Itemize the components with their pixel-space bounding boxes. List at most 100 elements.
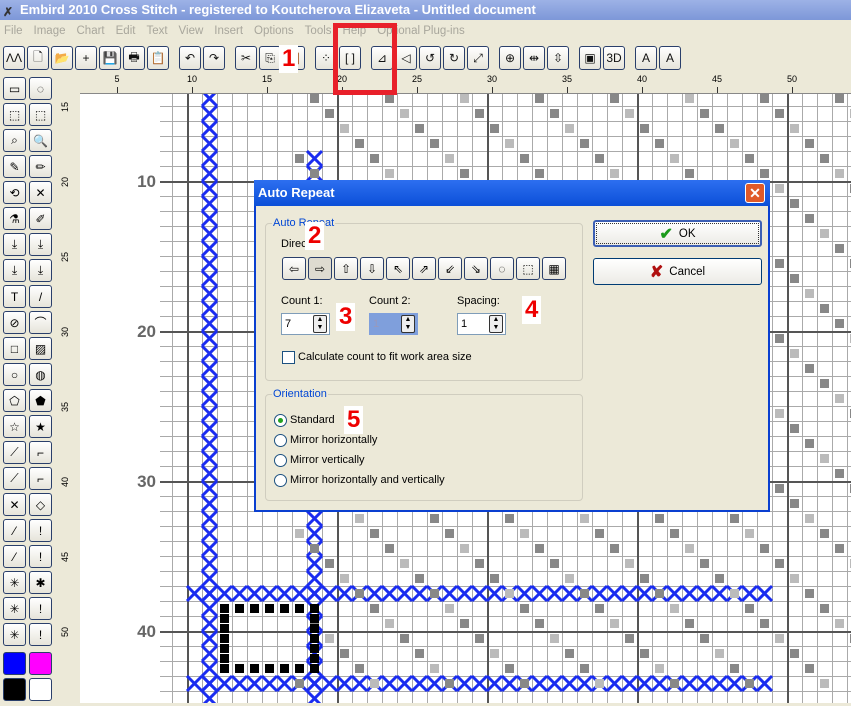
tool-button[interactable]: ⤓ <box>3 259 26 282</box>
tool-button[interactable]: ✳ <box>3 597 26 620</box>
tool-button[interactable]: ⌐ <box>29 441 52 464</box>
ok-button[interactable]: ✔ OK <box>593 220 762 247</box>
spin-arrows-icon[interactable]: ▲ ▼ <box>313 315 327 333</box>
tool-button[interactable]: ⬠ <box>3 389 26 412</box>
tool-button[interactable]: ⌕ <box>3 129 26 152</box>
tool-button[interactable]: ⤓ <box>3 233 26 256</box>
tool-button[interactable]: ⟋ <box>3 441 26 464</box>
save-button[interactable]: 💾 <box>99 46 121 70</box>
fit-area-checkbox[interactable] <box>282 351 295 364</box>
tool-button[interactable]: ✳ <box>3 623 26 646</box>
cut-button[interactable]: ✂ <box>235 46 257 70</box>
direction-button[interactable]: ⇗ <box>412 257 436 280</box>
tool-button[interactable]: ⊘ <box>3 311 26 334</box>
tool-button[interactable]: ◍ <box>29 363 52 386</box>
menu-options[interactable]: Options <box>254 20 294 42</box>
mirror-v-button[interactable]: ◁ <box>395 46 417 70</box>
open-button[interactable]: 📂 <box>51 46 73 70</box>
tool-button[interactable]: □ <box>3 337 26 360</box>
direction-button[interactable]: ⇧ <box>334 257 358 280</box>
center-v-button[interactable]: ⇳ <box>547 46 569 70</box>
spin-arrows-icon[interactable]: ▲ ▼ <box>489 315 503 333</box>
orientation-radio[interactable] <box>274 454 287 467</box>
direction-button[interactable]: ⇖ <box>386 257 410 280</box>
tool-button[interactable]: / <box>29 285 52 308</box>
tool-button[interactable]: ✏ <box>29 155 52 178</box>
menu-image[interactable]: Image <box>34 20 66 42</box>
menu-file[interactable]: File <box>4 20 23 42</box>
tool-button[interactable]: ⤓ <box>29 259 52 282</box>
menu-chart[interactable]: Chart <box>77 20 105 42</box>
menu-tools[interactable]: Tools <box>305 20 332 42</box>
direction-button[interactable]: ◌ <box>490 257 514 280</box>
tool-button[interactable]: ◇ <box>29 493 52 516</box>
tool-button[interactable]: ⁄ <box>3 545 26 568</box>
direction-button[interactable]: ⇨ <box>308 257 332 280</box>
center-button[interactable]: ⊕ <box>499 46 521 70</box>
new-button[interactable]: 🗋 <box>27 46 49 70</box>
color-swatch-fg2[interactable] <box>29 652 52 675</box>
orientation-radio[interactable] <box>274 434 287 447</box>
tool-button[interactable]: ! <box>29 545 52 568</box>
menu-view[interactable]: View <box>179 20 204 42</box>
add-button[interactable]: + <box>75 46 97 70</box>
tool-button[interactable]: ⬚ <box>3 103 26 126</box>
paste-special-button[interactable]: 📋 <box>147 46 169 70</box>
color-swatch-bg[interactable] <box>3 678 26 701</box>
tool-button[interactable]: ✎ <box>3 155 26 178</box>
cancel-button[interactable]: ✘ Cancel <box>593 258 762 285</box>
tool-button[interactable]: ◌ <box>29 77 52 100</box>
resize-button[interactable]: ⤢ <box>467 46 489 70</box>
tool-button[interactable]: ⌐ <box>29 467 52 490</box>
menu-insert[interactable]: Insert <box>214 20 243 42</box>
tool-button[interactable]: ✳ <box>3 571 26 594</box>
text-style-button[interactable]: A <box>659 46 681 70</box>
center-h-button[interactable]: ⇹ <box>523 46 545 70</box>
tool-button[interactable]: ⟲ <box>3 181 26 204</box>
tool-button[interactable]: ☆ <box>3 415 26 438</box>
tool-button[interactable]: ✐ <box>29 207 52 230</box>
tool-button[interactable]: ! <box>29 597 52 620</box>
tool-button[interactable]: ✕ <box>29 181 52 204</box>
tool-button[interactable]: ✱ <box>29 571 52 594</box>
direction-button[interactable]: ⇙ <box>438 257 462 280</box>
orientation-radio[interactable] <box>274 474 287 487</box>
wave-button[interactable]: ΛΛ <box>3 46 25 70</box>
3D-button[interactable]: 3D <box>603 46 625 70</box>
tool-button[interactable]: 🔍 <box>29 129 52 152</box>
tool-button[interactable]: ⟋ <box>3 467 26 490</box>
tool-button[interactable]: ▨ <box>29 337 52 360</box>
close-button[interactable]: ✕ <box>745 183 765 203</box>
color-swatch-bg2[interactable] <box>29 678 52 701</box>
direction-button[interactable]: ▦ <box>542 257 566 280</box>
frame-button[interactable]: ▣ <box>579 46 601 70</box>
tool-button[interactable]: ⌒ <box>29 311 52 334</box>
menu-edit[interactable]: Edit <box>116 20 136 42</box>
tool-button[interactable]: ○ <box>3 363 26 386</box>
tool-button[interactable]: ⚗ <box>3 207 26 230</box>
redo-button[interactable]: ↷ <box>203 46 225 70</box>
tool-button[interactable]: ! <box>29 519 52 542</box>
orientation-radio[interactable] <box>274 414 287 427</box>
text-button[interactable]: A <box>635 46 657 70</box>
tool-button[interactable]: ★ <box>29 415 52 438</box>
tool-button[interactable]: ! <box>29 623 52 646</box>
tool-button[interactable]: T <box>3 285 26 308</box>
tool-button[interactable]: ⤓ <box>29 233 52 256</box>
spacing-spinner[interactable]: 1 ▲ ▼ <box>457 313 506 335</box>
tool-button[interactable]: ⬚ <box>29 103 52 126</box>
count1-spinner[interactable]: 7 ▲ ▼ <box>281 313 330 335</box>
tool-button[interactable]: ✕ <box>3 493 26 516</box>
tool-button[interactable]: ⁄ <box>3 519 26 542</box>
direction-button[interactable]: ⬚ <box>516 257 540 280</box>
copy-button[interactable]: ⎘ <box>259 46 281 70</box>
tool-button[interactable]: ⬟ <box>29 389 52 412</box>
print-button[interactable]: 🖶 <box>123 46 145 70</box>
direction-button[interactable]: ⇦ <box>282 257 306 280</box>
rotate-right-button[interactable]: ↻ <box>443 46 465 70</box>
undo-button[interactable]: ↶ <box>179 46 201 70</box>
direction-button[interactable]: ⇩ <box>360 257 384 280</box>
direction-button[interactable]: ⇘ <box>464 257 488 280</box>
menu-text[interactable]: Text <box>146 20 167 42</box>
rotate-left-button[interactable]: ↺ <box>419 46 441 70</box>
